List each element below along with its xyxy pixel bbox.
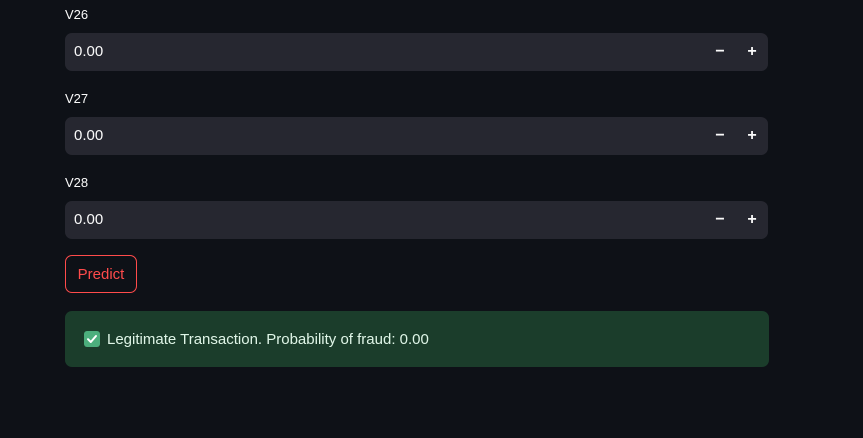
decrement-button-v27[interactable]: − bbox=[704, 117, 736, 155]
number-input-v27: 0.00 − + bbox=[65, 117, 768, 155]
number-input-v28: 0.00 − + bbox=[65, 201, 768, 239]
result-text: Legitimate Transaction. Probability of f… bbox=[107, 330, 429, 348]
increment-button-v27[interactable]: + bbox=[736, 117, 768, 155]
predict-button[interactable]: Predict bbox=[65, 255, 137, 293]
number-input-value-v28[interactable]: 0.00 bbox=[65, 201, 704, 239]
stepper-v27: − + bbox=[704, 117, 768, 155]
check-mark-icon bbox=[84, 331, 100, 347]
number-input-value-v26[interactable]: 0.00 bbox=[65, 33, 704, 71]
stepper-v26: − + bbox=[704, 33, 768, 71]
field-v28: V28 0.00 − + bbox=[65, 174, 768, 239]
increment-button-v26[interactable]: + bbox=[736, 33, 768, 71]
field-label-v28: V28 bbox=[65, 175, 89, 190]
field-v26: V26 0.00 − + bbox=[65, 6, 768, 71]
increment-button-v28[interactable]: + bbox=[736, 201, 768, 239]
decrement-button-v28[interactable]: − bbox=[704, 201, 736, 239]
field-v27: V27 0.00 − + bbox=[65, 90, 768, 155]
field-label-v26: V26 bbox=[65, 7, 89, 22]
field-label-v27: V27 bbox=[65, 91, 89, 106]
app-main: V26 0.00 − + V27 0.00 − + V28 0.00 − + P… bbox=[0, 0, 863, 438]
success-alert: Legitimate Transaction. Probability of f… bbox=[65, 311, 769, 367]
number-input-v26: 0.00 − + bbox=[65, 33, 768, 71]
decrement-button-v26[interactable]: − bbox=[704, 33, 736, 71]
stepper-v28: − + bbox=[704, 201, 768, 239]
number-input-value-v27[interactable]: 0.00 bbox=[65, 117, 704, 155]
